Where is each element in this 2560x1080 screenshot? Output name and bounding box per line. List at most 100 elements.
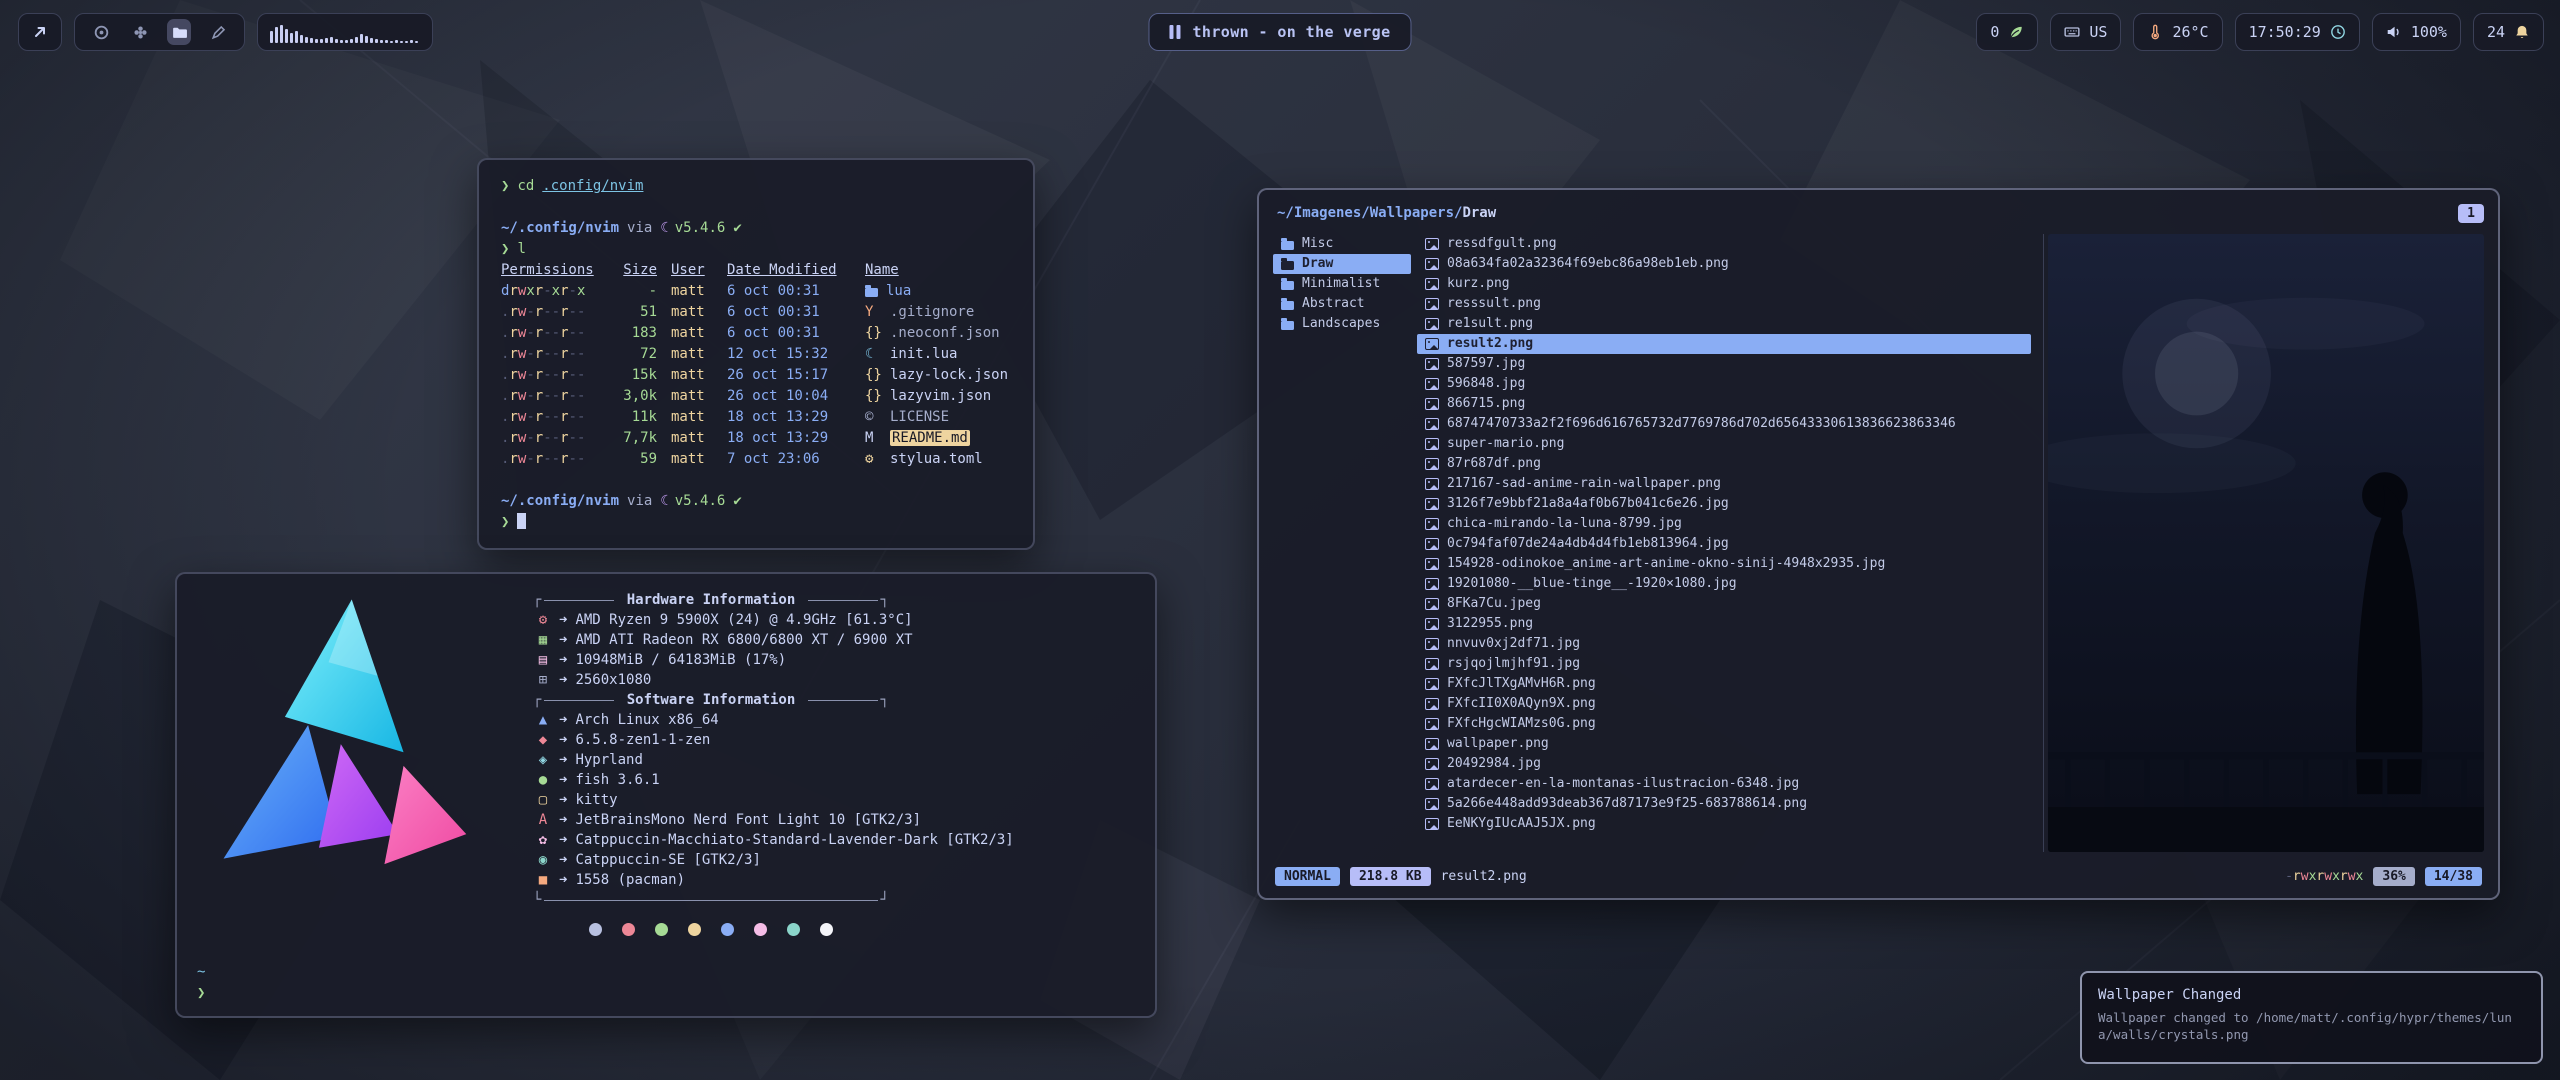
file-item[interactable]: 3126f7e9bbf21a8a4af0b67b041c6e26.jpg [1417,494,2031,514]
cava-bar [325,38,328,43]
fetch-row-wm: ◈➜Hyprland [533,750,1113,770]
file-item[interactable]: rsjqojlmjhf91.jpg [1417,654,2031,674]
launcher-button[interactable] [18,13,62,51]
arrow-icon: ➜ [559,810,567,830]
nvim-moon-icon: ☾ [660,220,668,236]
notification-popup[interactable]: Wallpaper Changed Wallpaper changed to /… [2080,971,2543,1064]
audio-visualizer[interactable] [257,13,433,51]
folder-icon [1281,321,1294,330]
workspace-3-button[interactable] [167,19,191,45]
file-item[interactable]: ressdfgult.png [1417,234,2031,254]
file-item[interactable]: 154928-odinokoe_anime-art-anime-okno-sin… [1417,554,2031,574]
flower-icon [132,24,149,41]
file-item[interactable]: 866715.png [1417,394,2031,414]
palette-dot [820,923,833,936]
software-section-header: Software Information [533,690,889,710]
file-item[interactable]: 3122955.png [1417,614,2031,634]
folder-item[interactable]: Minimalist [1273,274,1411,294]
cava-bar [305,37,308,43]
pen-icon [210,24,227,41]
file-item[interactable]: 87r687df.png [1417,454,2031,474]
image-icon [1425,518,1439,530]
pause-icon [1169,25,1180,39]
file-item[interactable]: 596848.jpg [1417,374,2031,394]
music-title: thrown - on the verge [1192,23,1390,41]
volume-value: 100% [2411,23,2447,41]
file-item[interactable]: 587597.jpg [1417,354,2031,374]
image-icon [1425,358,1439,370]
volume-pill[interactable]: 100% [2372,13,2461,51]
file-item[interactable]: super-mario.png [1417,434,2031,454]
file-item[interactable]: 20492984.jpg [1417,754,2031,774]
terminal-color-palette [533,922,889,942]
workspace-4-button[interactable] [206,19,230,45]
prompt-via: via [627,220,652,236]
workspace-2-button[interactable] [128,19,152,45]
fetch-row-shell: ●➜fish 3.6.1 [533,770,1113,790]
weather-pill[interactable]: 26°C [2133,13,2222,51]
image-icon [1425,278,1439,290]
file-item[interactable]: resssult.png [1417,294,2031,314]
terminal-command-line: ❯cd.config/nvim [501,176,1011,197]
json-icon: {} [865,386,885,407]
terminal-cursor-line[interactable]: ❯ [501,512,1011,533]
file-item[interactable]: re1sult.png [1417,314,2031,334]
image-icon [1425,598,1439,610]
fetch-row-gpu: ▦➜AMD ATI Radeon RX 6800/6800 XT / 6900 … [533,630,1113,650]
updates-pill[interactable]: 0 [1976,13,2038,51]
notifications-pill[interactable]: 24 [2473,13,2544,51]
terminal-command-line: ❯l [501,239,1011,260]
keyboard-layout-pill[interactable]: US [2050,13,2121,51]
file-item[interactable]: 8FKa7Cu.jpeg [1417,594,2031,614]
file-row: .rw-r--r--3,0kmatt26 oct 10:04{}lazyvim.… [501,386,1011,407]
file-item[interactable]: chica-mirando-la-luna-8799.jpg [1417,514,2031,534]
file-item[interactable]: 68747470733a2f2f696d616765732d7769786d70… [1417,414,2031,434]
cava-bar [385,40,388,43]
prompt-path: ~/.config/nvim [501,493,619,509]
file-manager-window: ~/Imagenes/Wallpapers/Draw 1 MiscDrawMin… [1257,188,2500,900]
arrow-icon: ➜ [559,830,567,850]
cava-bar [365,36,368,43]
path-prefix[interactable]: ~/Imagenes/Wallpapers/ [1277,205,1462,221]
file-item[interactable]: EeNKYgIUcAAJ5JX.png [1417,814,2031,834]
file-item[interactable]: 0c794faf07de24a4db4d4fb1eb813964.jpg [1417,534,2031,554]
tab-badge[interactable]: 1 [2458,204,2484,223]
cava-bar [280,25,283,43]
file-item[interactable]: atardecer-en-la-montanas-ilustracion-634… [1417,774,2031,794]
file-item[interactable]: FXfcHgcWIAMzs0G.png [1417,714,2031,734]
kernel-icon: ◆ [533,730,553,750]
shell-prompt: ~/.config/nvimvia☾v5.4.6✔ [501,491,1011,512]
file-item[interactable]: wallpaper.png [1417,734,2031,754]
file-item[interactable]: 19201080-__blue-tinge__-1920×1080.jpg [1417,574,2031,594]
folder-item[interactable]: Abstract [1273,294,1411,314]
file-item[interactable]: result2.png [1417,334,2031,354]
image-icon [1425,638,1439,650]
file-item[interactable]: kurz.png [1417,274,2031,294]
cava-bar [405,41,408,43]
prompt-symbol[interactable]: ❯ [197,983,205,1004]
cava-bar [400,41,403,43]
image-icon [1425,258,1439,270]
wm-icon: ◈ [533,750,553,770]
palette-dot [655,923,668,936]
selected-filename: result2.png [1441,869,1527,884]
fetch-row-pkg: ■➜1558 (pacman) [533,870,1113,890]
file-item[interactable]: FXfcII0X0AQyn9X.png [1417,694,2031,714]
file-item[interactable]: nnvuv0xj2df71.jpg [1417,634,2031,654]
folder-item[interactable]: Landscapes [1273,314,1411,334]
bell-icon [2514,24,2530,40]
file-item[interactable]: FXfcJlTXgAMvH6R.png [1417,674,2031,694]
file-item[interactable]: 217167-sad-anime-rain-wallpaper.png [1417,474,2031,494]
file-item[interactable]: 08a634fa02a32364f69ebc86a98eb1eb.png [1417,254,2031,274]
file-item[interactable]: 5a266e448add93deab367d87173e9f25-6837886… [1417,794,2031,814]
image-icon [1425,578,1439,590]
workspace-1-button[interactable] [89,19,113,45]
folder-item[interactable]: Draw [1273,254,1411,274]
folder-item[interactable]: Misc [1273,234,1411,254]
image-icon [1425,558,1439,570]
table-header: PermissionsSizeUserDate ModifiedName [501,260,1011,281]
clock-pill[interactable]: 17:50:29 [2235,13,2360,51]
ok-check-icon: ✔ [733,493,741,509]
music-player-widget[interactable]: thrown - on the verge [1148,13,1411,51]
image-icon [1425,378,1439,390]
